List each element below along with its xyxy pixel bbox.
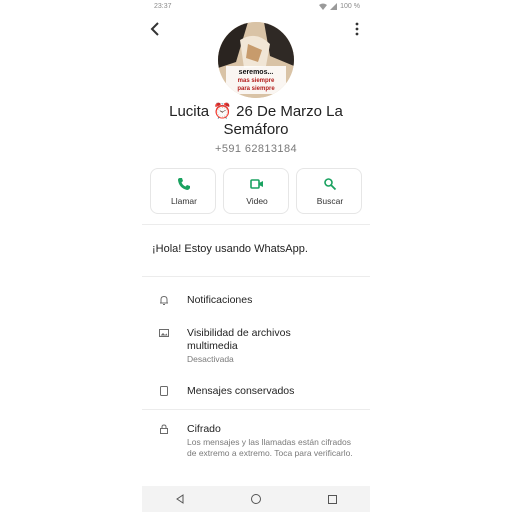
video-button[interactable]: Video: [223, 168, 289, 214]
bell-icon: [160, 295, 168, 305]
media-visibility-subtitle: Desactivada: [187, 354, 234, 364]
status-icons: 100 %: [319, 3, 360, 10]
media-visibility-title: Visibilidad de archivos multimedia: [187, 327, 291, 352]
avatar-photo: seremos... mas siempre para siempre: [218, 22, 294, 98]
divider: [142, 409, 370, 410]
bookmark-icon: [160, 386, 168, 396]
back-button[interactable]: [148, 22, 162, 40]
search-label: Buscar: [316, 196, 344, 206]
notifications-title: Notificaciones: [187, 294, 253, 306]
kept-messages-row[interactable]: Mensajes conservados: [142, 385, 370, 399]
video-label: Video: [246, 196, 268, 206]
divider: [142, 276, 370, 277]
nav-home-button[interactable]: [241, 489, 271, 509]
more-vert-icon: [355, 22, 359, 36]
status-time: 23:37: [154, 3, 172, 10]
kept-messages-title: Mensajes conservados: [187, 385, 295, 397]
avatar-caption-1: seremos...: [239, 69, 274, 76]
search-icon: [324, 178, 337, 191]
system-navbar: [142, 486, 370, 512]
nav-back-button[interactable]: [165, 489, 195, 509]
lock-icon: [160, 424, 168, 434]
back-nav-icon: [176, 494, 184, 504]
contact-name: Lucita ⏰ 26 De Marzo La Semáforo: [169, 103, 343, 138]
more-options-button[interactable]: [352, 22, 362, 40]
encryption-subtitle: Los mensajes y las llamadas están cifrad…: [187, 437, 353, 458]
arrow-back-icon: [150, 22, 159, 36]
about-text[interactable]: ¡Hola! Estoy usando WhatsApp.: [152, 243, 308, 255]
search-button[interactable]: Buscar: [296, 168, 362, 214]
battery-text: 100 %: [340, 3, 360, 10]
phone-icon: [178, 178, 190, 190]
divider: [142, 224, 370, 225]
encryption-title: Cifrado: [187, 423, 221, 435]
avatar-caption-2: mas siempre: [238, 78, 275, 84]
recents-nav-icon: [327, 494, 337, 504]
call-button[interactable]: Llamar: [150, 168, 216, 214]
contact-info-screen: 23:37 100 % seremos... mas siempre para …: [142, 0, 370, 512]
status-bar: 23:37 100 %: [142, 0, 370, 14]
signal-icon: [330, 3, 338, 10]
image-icon: [159, 329, 169, 337]
home-nav-icon: [251, 494, 261, 504]
contact-phone: +591 62813184: [215, 143, 297, 155]
contact-avatar[interactable]: seremos... mas siempre para siempre: [218, 22, 294, 98]
notifications-row[interactable]: Notificaciones: [142, 294, 370, 308]
encryption-row[interactable]: Cifrado Los mensajes y las llamadas está…: [142, 423, 370, 473]
media-visibility-row[interactable]: Visibilidad de archivos multimedia Desac…: [142, 327, 370, 367]
action-buttons: Llamar Video Buscar: [150, 168, 362, 214]
wifi-icon: [319, 3, 328, 10]
call-label: Llamar: [171, 196, 197, 206]
avatar-caption-3: para siempre: [237, 86, 275, 92]
nav-recents-button[interactable]: [317, 489, 347, 509]
video-icon: [250, 179, 263, 189]
